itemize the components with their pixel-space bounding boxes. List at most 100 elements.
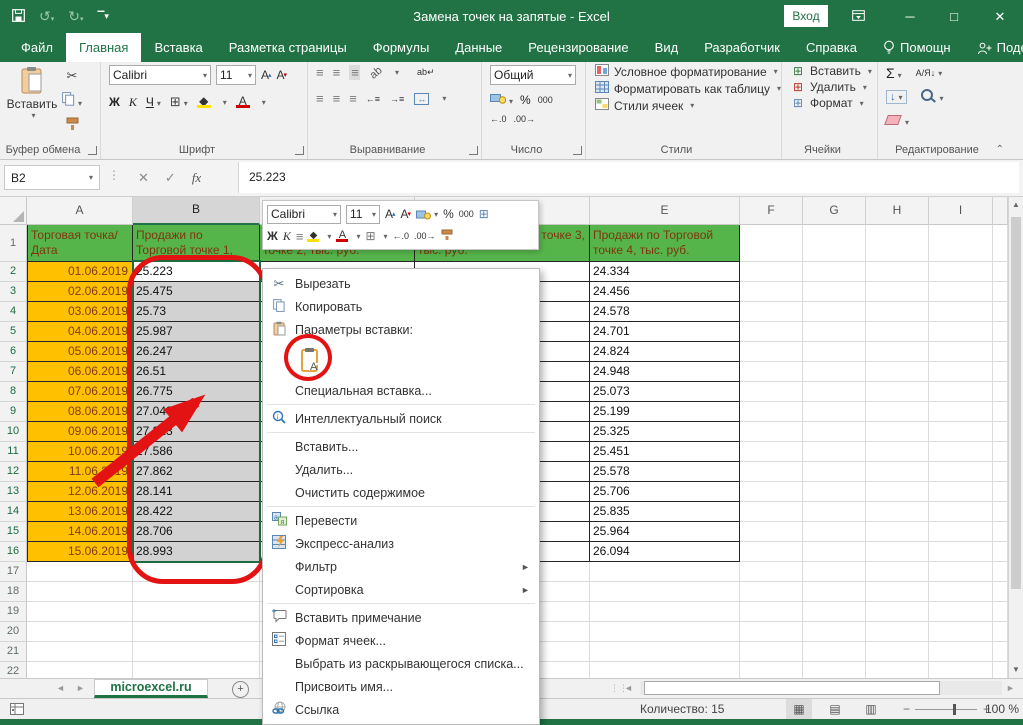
cell-A7[interactable]: 06.06.2019 bbox=[27, 362, 133, 382]
cell-F11[interactable] bbox=[740, 442, 803, 462]
cell-E11[interactable]: 25.451 bbox=[590, 442, 740, 462]
format-as-table-button[interactable]: Форматировать как таблицу▾ bbox=[586, 79, 781, 96]
number-format-select[interactable]: Общий▾ bbox=[490, 65, 576, 85]
cell-H5[interactable] bbox=[866, 322, 929, 342]
row-header-15[interactable]: 15 bbox=[0, 522, 27, 542]
find-select-icon[interactable]: ▾ bbox=[921, 89, 944, 104]
cell-B7[interactable]: 26.51 bbox=[133, 362, 260, 382]
menu-item-filter[interactable]: Фильтр ► bbox=[263, 555, 539, 578]
ribbon-display-options-icon[interactable] bbox=[841, 0, 875, 33]
cell-B6[interactable]: 26.247 bbox=[133, 342, 260, 362]
name-box[interactable]: B2▾ bbox=[4, 165, 100, 190]
horizontal-scroll-thumb[interactable] bbox=[644, 681, 940, 695]
cancel-icon[interactable]: ✕ bbox=[138, 170, 149, 186]
cell-B18[interactable] bbox=[133, 582, 260, 602]
mini-grow-font-icon[interactable]: А▴ bbox=[385, 207, 396, 221]
menu-item-link[interactable]: Ссылка bbox=[263, 698, 539, 721]
cell-B9[interactable]: 27.043 bbox=[133, 402, 260, 422]
cell-F7[interactable] bbox=[740, 362, 803, 382]
row-header-10[interactable]: 10 bbox=[0, 422, 27, 442]
cell-E1[interactable]: Продажи по Торговой точке 4, тыс. руб. bbox=[590, 225, 740, 262]
cell-B11[interactable]: 27.586 bbox=[133, 442, 260, 462]
cell-B4[interactable]: 25.73 bbox=[133, 302, 260, 322]
cell-G4[interactable] bbox=[803, 302, 866, 322]
mini-shrink-font-icon[interactable]: А▾ bbox=[401, 207, 412, 221]
row-header-16[interactable]: 16 bbox=[0, 542, 27, 562]
column-header-E[interactable]: E bbox=[590, 197, 740, 225]
close-button[interactable]: ✕ bbox=[983, 0, 1017, 33]
cell-A11[interactable]: 10.06.2019 bbox=[27, 442, 133, 462]
number-dialog-launcher[interactable] bbox=[573, 146, 582, 155]
macro-record-icon[interactable] bbox=[10, 703, 24, 718]
cell-styles-button[interactable]: Стили ячеек▾ bbox=[586, 96, 781, 113]
cell-F17[interactable] bbox=[740, 562, 803, 582]
shrink-font-button[interactable]: А▾ bbox=[277, 68, 288, 82]
zoom-slider-thumb[interactable] bbox=[953, 704, 956, 715]
column-header-G[interactable]: G bbox=[803, 197, 866, 225]
cell-E7[interactable]: 24.948 bbox=[590, 362, 740, 382]
decrease-indent-icon[interactable]: ←≡ bbox=[366, 94, 380, 104]
new-sheet-icon[interactable]: + bbox=[232, 681, 249, 698]
cell-E10[interactable]: 25.325 bbox=[590, 422, 740, 442]
cell-G20[interactable] bbox=[803, 622, 866, 642]
cell-B20[interactable] bbox=[133, 622, 260, 642]
cell-H10[interactable] bbox=[866, 422, 929, 442]
menu-item-paste-special[interactable]: Специальная вставка... bbox=[263, 379, 539, 402]
fill-color-icon[interactable]: ◆ bbox=[197, 96, 211, 108]
insert-cells-button[interactable]: ⊞ Вставить▾ bbox=[782, 62, 877, 78]
clipboard-dialog-launcher[interactable] bbox=[88, 146, 97, 155]
cell-G9[interactable] bbox=[803, 402, 866, 422]
align-top-icon[interactable]: ≡ bbox=[316, 65, 323, 80]
mini-align-icon[interactable]: ≡ bbox=[296, 229, 303, 244]
tab-developer[interactable]: Разработчик bbox=[691, 33, 793, 62]
cell-H20[interactable] bbox=[866, 622, 929, 642]
increase-indent-icon[interactable]: →≡ bbox=[390, 94, 404, 104]
wrap-text-icon[interactable]: ab↵ bbox=[417, 67, 435, 78]
insert-function-icon[interactable]: fx bbox=[192, 170, 201, 186]
enter-icon[interactable]: ✓ bbox=[165, 170, 176, 186]
cell-G1[interactable] bbox=[803, 225, 866, 262]
cell-A8[interactable]: 07.06.2019 bbox=[27, 382, 133, 402]
cell-A17[interactable] bbox=[27, 562, 133, 582]
tab-page-layout[interactable]: Разметка страницы bbox=[216, 33, 360, 62]
cell-A12[interactable]: 11.06.2019 bbox=[27, 462, 133, 482]
page-layout-view-icon[interactable]: ▤ bbox=[822, 699, 848, 719]
cell-F6[interactable] bbox=[740, 342, 803, 362]
cell-E16[interactable]: 26.094 bbox=[590, 542, 740, 562]
cell-B15[interactable]: 28.706 bbox=[133, 522, 260, 542]
menu-item-smart-lookup[interactable]: i Интеллектуальный поиск bbox=[263, 407, 539, 430]
cell-E14[interactable]: 25.835 bbox=[590, 502, 740, 522]
cell-B8[interactable]: 26.775 bbox=[133, 382, 260, 402]
cell-F13[interactable] bbox=[740, 482, 803, 502]
menu-item-quick-analysis[interactable]: Экспресс-анализ bbox=[263, 532, 539, 555]
cell-B21[interactable] bbox=[133, 642, 260, 662]
row-header-20[interactable]: 20 bbox=[0, 622, 27, 642]
mini-italic-icon[interactable]: К bbox=[283, 229, 291, 244]
column-header-B[interactable]: B bbox=[133, 197, 260, 225]
cell-G8[interactable] bbox=[803, 382, 866, 402]
cell-F3[interactable] bbox=[740, 282, 803, 302]
cell-F21[interactable] bbox=[740, 642, 803, 662]
cell-H1[interactable] bbox=[866, 225, 929, 262]
row-header-6[interactable]: 6 bbox=[0, 342, 27, 362]
row-header-3[interactable]: 3 bbox=[0, 282, 27, 302]
zoom-slider[interactable] bbox=[915, 709, 977, 710]
cell-G17[interactable] bbox=[803, 562, 866, 582]
cell-G22[interactable] bbox=[803, 662, 866, 678]
cell-E13[interactable]: 25.706 bbox=[590, 482, 740, 502]
mini-decrease-decimal-icon[interactable]: .00→ bbox=[414, 231, 436, 241]
mini-format-painter-icon[interactable] bbox=[441, 229, 453, 244]
tab-review[interactable]: Рецензирование bbox=[515, 33, 641, 62]
mini-accounting-icon[interactable]: ▾ bbox=[416, 209, 438, 220]
cell-E20[interactable] bbox=[590, 622, 740, 642]
paste-button[interactable]: Вставить ▾ bbox=[6, 66, 58, 120]
normal-view-icon[interactable]: ▦ bbox=[786, 699, 812, 719]
cell-F9[interactable] bbox=[740, 402, 803, 422]
fill-icon[interactable]: ↓▾ bbox=[886, 90, 907, 104]
vertical-scrollbar[interactable]: ▲ ▼ bbox=[1008, 197, 1023, 678]
borders-icon[interactable]: ⊞▾ bbox=[170, 94, 188, 110]
conditional-formatting-button[interactable]: Условное форматирование▾ bbox=[586, 62, 781, 79]
cell-F8[interactable] bbox=[740, 382, 803, 402]
row-header-21[interactable]: 21 bbox=[0, 642, 27, 662]
decrease-decimal-icon[interactable]: .00→ bbox=[514, 114, 536, 124]
